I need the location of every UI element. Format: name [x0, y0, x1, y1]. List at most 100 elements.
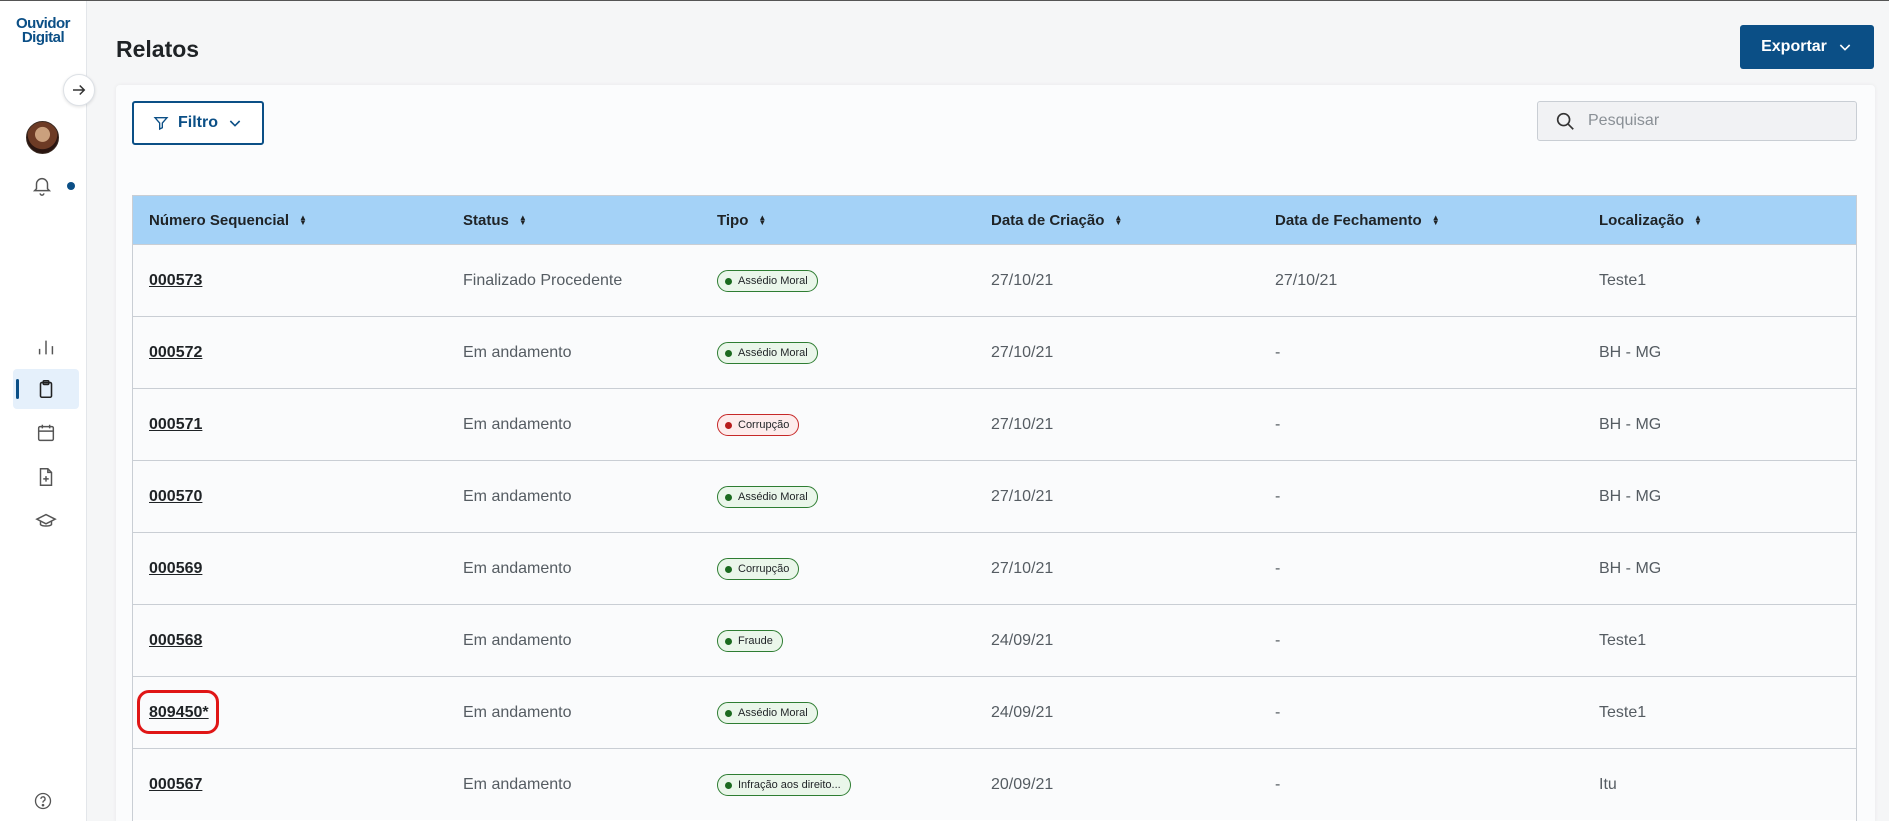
sort-icon: ▲ ▼ [299, 213, 307, 227]
cell-localizacao: Teste1 [1599, 704, 1647, 721]
report-link[interactable]: 000573 [149, 272, 202, 290]
type-badge: Assédio Moral [717, 702, 818, 724]
type-badge: Corrupção [717, 414, 800, 436]
report-link[interactable]: 000570 [149, 488, 202, 506]
table-header: Número Sequencial ▲ ▼ Status ▲ ▼ Tipo ▲ ▼ Data… [133, 196, 1856, 244]
badge-label: Assédio Moral [738, 707, 808, 719]
nav-calendar[interactable] [13, 413, 79, 453]
cell-data-fechamento: - [1275, 344, 1281, 361]
table-row[interactable]: 000570 Em andamento Assédio Moral 27/10/21 -… [133, 460, 1856, 532]
type-badge: Assédio Moral [717, 270, 818, 292]
cell-seq: 000571 [149, 389, 202, 461]
badge-dot [725, 637, 732, 645]
cell-data-criacao: 24/09/21 [991, 704, 1054, 721]
cell-data-fechamento: - [1275, 488, 1281, 505]
report-link[interactable]: 000569 [149, 560, 202, 578]
cell-seq: 809450* [149, 677, 209, 749]
cell-status: Em andamento [463, 704, 572, 721]
report-link[interactable]: 809450* [149, 704, 209, 722]
cell-status: Em andamento [463, 632, 572, 649]
cell-seq: 000572 [149, 317, 202, 389]
reports-table: Número Sequencial ▲ ▼ Status ▲ ▼ Tipo ▲ ▼ Data… [132, 195, 1857, 821]
cell-data-fechamento: - [1275, 416, 1281, 433]
help-icon[interactable] [33, 791, 53, 816]
report-link[interactable]: 000568 [149, 632, 202, 650]
table-row[interactable]: 000572 Em andamento Assédio Moral 27/10/21 -… [133, 316, 1856, 388]
search-input[interactable] [1588, 112, 1838, 130]
cell-tipo: Assédio Moral [717, 317, 818, 389]
table-row[interactable]: 000573 Finalizado Procedente Assédio Moral… [133, 244, 1856, 316]
cell-status: Em andamento [463, 416, 572, 433]
badge-label: Corrupção [738, 563, 790, 575]
cell-seq: 000570 [149, 461, 202, 533]
cell-data-fechamento: - [1275, 704, 1281, 721]
cell-status: Em andamento [463, 776, 572, 793]
nav-relatos[interactable] [13, 369, 79, 409]
file-plus-icon [39, 468, 53, 486]
cell-status: Em andamento [463, 560, 572, 577]
window-top-border [0, 0, 1889, 1]
badge-label: Fraude [738, 635, 773, 647]
header-data-criacao[interactable]: Data de Criação ▲ ▼ [991, 196, 1122, 244]
header-status[interactable]: Status ▲ ▼ [463, 196, 527, 244]
header-tipo[interactable]: Tipo ▲ ▼ [717, 196, 766, 244]
cell-data-fechamento: - [1275, 776, 1281, 793]
report-link[interactable]: 000571 [149, 416, 202, 434]
expand-sidebar-button[interactable] [63, 74, 95, 106]
cell-seq: 000567 [149, 749, 202, 821]
cell-seq: 000569 [149, 533, 202, 605]
cell-localizacao: Teste1 [1599, 632, 1647, 649]
nav-dashboard[interactable] [13, 327, 79, 367]
logo[interactable]: Ouvidor Digital [12, 16, 74, 45]
sort-icon: ▲ ▼ [518, 213, 527, 227]
export-button[interactable]: Exportar [1740, 25, 1874, 69]
table-row[interactable]: 000567 Em andamento Infração aos direito..… [133, 748, 1856, 820]
arrow-right-icon [73, 84, 86, 96]
header-numero-sequencial[interactable]: Número Sequencial ▲ ▼ [149, 196, 307, 244]
cell-localizacao: BH - MG [1599, 416, 1662, 433]
cell-data-fechamento: - [1275, 560, 1281, 577]
cell-tipo: Corrupção [717, 389, 800, 461]
nav-new-report[interactable] [13, 457, 79, 497]
cell-data-criacao: 27/10/21 [991, 416, 1054, 433]
nav-training[interactable] [13, 501, 79, 541]
header-label: Data de Criação [991, 211, 1105, 229]
header-data-fechamento[interactable]: Data de Fechamento ▲ ▼ [1275, 196, 1440, 244]
table-row[interactable]: 000568 Em andamento Fraude 24/09/21 - Teste1 [133, 604, 1856, 676]
cell-data-criacao: 27/10/21 [991, 344, 1054, 361]
cell-status: Em andamento [463, 488, 572, 505]
table-row[interactable]: 000571 Em andamento Corrupção 27/10/21 - BH -… [133, 388, 1856, 460]
avatar[interactable] [26, 121, 59, 154]
bell-icon[interactable] [31, 175, 53, 202]
cell-localizacao: Itu [1599, 776, 1617, 793]
cell-localizacao: BH - MG [1599, 560, 1662, 577]
cell-data-criacao: 27/10/21 [991, 488, 1054, 505]
badge-label: Assédio Moral [738, 275, 808, 287]
table-row[interactable]: 000569 Em andamento Corrupção 27/10/21 - BH -… [133, 532, 1856, 604]
cell-seq: 000573 [149, 245, 202, 317]
header-localizacao[interactable]: Localização ▲ ▼ [1599, 196, 1702, 244]
badge-label: Corrupção [738, 419, 790, 431]
sidebar: Ouvidor Digital [0, 1, 87, 821]
cell-seq: 000568 [149, 605, 202, 677]
header-label: Data de Fechamento [1275, 211, 1422, 229]
cell-tipo: Assédio Moral [717, 245, 818, 317]
badge-dot [725, 421, 732, 429]
cell-tipo: Corrupção [717, 533, 800, 605]
sort-icon: ▲ ▼ [1114, 213, 1123, 227]
table-row[interactable]: 809450* Em andamento Assédio Moral 24/09/21… [133, 676, 1856, 748]
filter-icon [153, 117, 169, 131]
cell-status: Em andamento [463, 344, 572, 361]
cell-data-criacao: 27/10/21 [991, 560, 1054, 577]
report-link[interactable]: 000567 [149, 776, 202, 794]
calendar-icon [37, 424, 55, 442]
graduation-cap-icon [35, 513, 57, 527]
search-box [1537, 101, 1857, 141]
type-badge: Corrupção [717, 558, 800, 580]
bar-chart-icon [38, 340, 54, 355]
badge-dot [725, 493, 732, 501]
report-link[interactable]: 000572 [149, 344, 202, 362]
cell-localizacao: BH - MG [1599, 344, 1662, 361]
filter-button[interactable]: Filtro [132, 101, 264, 145]
cell-data-fechamento: 27/10/21 [1275, 272, 1338, 289]
